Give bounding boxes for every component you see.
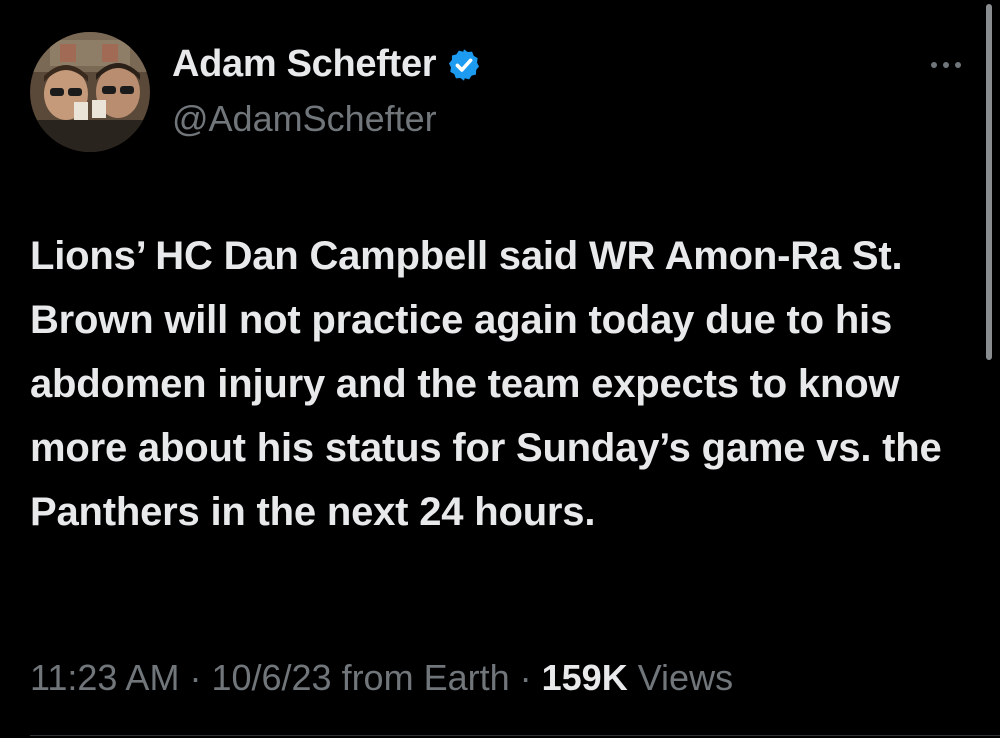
tweet-meta: 11:23 AM · 10/6/23 from Earth · 159K Vie… bbox=[30, 657, 733, 699]
tweet-source: from Earth bbox=[331, 657, 510, 698]
verified-badge-icon bbox=[449, 48, 480, 81]
author-name-row[interactable]: Adam Schefter bbox=[172, 43, 482, 86]
divider bbox=[30, 735, 1000, 736]
author-handle[interactable]: @AdamSchefter bbox=[172, 98, 437, 140]
meta-separator: · bbox=[179, 657, 212, 698]
tweet-card: Adam Schefter @AdamSchefter Lions’ HC Da… bbox=[0, 0, 1000, 738]
scrollbar[interactable] bbox=[986, 4, 992, 360]
views-label: Views bbox=[627, 657, 734, 698]
author-avatar[interactable] bbox=[30, 32, 150, 152]
tweet-text: Lions’ HC Dan Campbell said WR Amon-Ra S… bbox=[30, 234, 942, 534]
tweet-date[interactable]: 10/6/23 bbox=[211, 657, 331, 698]
meta-separator: · bbox=[509, 657, 542, 698]
more-options-icon[interactable] bbox=[926, 50, 966, 80]
author-display-name[interactable]: Adam Schefter bbox=[172, 43, 437, 86]
views-count: 159K bbox=[541, 657, 628, 698]
tweet-time[interactable]: 11:23 AM bbox=[30, 657, 179, 698]
